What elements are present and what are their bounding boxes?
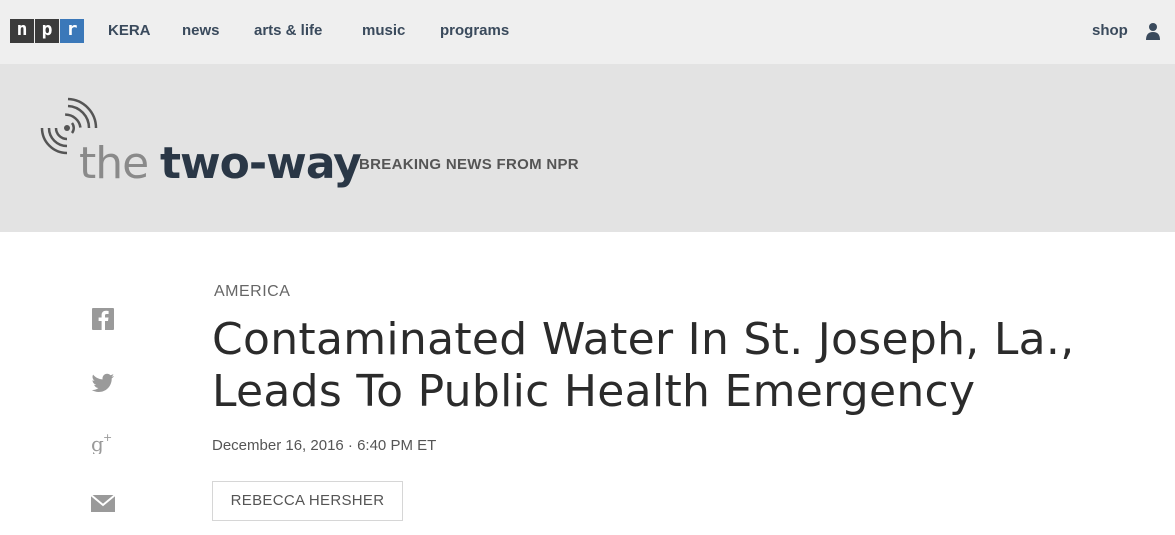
npr-logo-letter-p: p [35,19,59,43]
npr-logo-letter-r: r [60,19,84,43]
npr-logo-letter-n: n [10,19,34,43]
headline-line-1: Contaminated Water In St. Joseph, La., [212,314,1075,365]
nav-arts-life[interactable]: arts & life [254,22,322,39]
email-icon[interactable] [90,492,116,516]
author-byline-button[interactable]: REBECCA HERSHER [212,481,403,521]
nav-kera[interactable]: KERA [108,22,151,39]
blog-tagline: BREAKING NEWS FROM NPR [359,156,579,173]
article-headline: Contaminated Water In St. Joseph, La., L… [212,314,1152,418]
nav-programs[interactable]: programs [440,22,509,39]
facebook-icon[interactable] [90,308,116,332]
blog-name-the[interactable]: the [79,140,149,188]
twitter-icon[interactable] [90,371,116,395]
top-navigation: n p r KERA news arts & life music progra… [0,0,1175,64]
article-slug[interactable]: AMERICA [214,283,290,301]
blog-name-two-way[interactable]: two-way [160,140,362,188]
nav-news[interactable]: news [182,22,220,39]
headline-line-2: Leads To Public Health Emergency [212,366,976,417]
nav-music[interactable]: music [362,22,405,39]
article-dateline: December 16, 2016 · 6:40 PM ET [212,437,437,454]
nav-shop[interactable]: shop [1092,22,1128,39]
svg-text:+: + [103,431,112,444]
npr-logo[interactable]: n p r [10,19,85,43]
google-plus-icon[interactable]: g + [90,430,116,454]
user-icon[interactable] [1146,22,1160,40]
